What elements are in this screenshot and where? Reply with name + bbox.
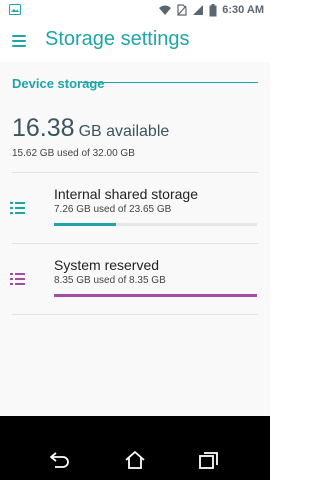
app-bar: Storage settings [0,20,270,62]
available-amount: 16.38 [12,114,75,142]
storage-item-subtitle: 7.26 GB used of 23.65 GB [54,204,172,215]
status-icons: 6:30 AM [158,2,264,18]
sim-off-icon [177,4,187,16]
usage-bar-fill [54,294,257,297]
navigation-bar [0,416,270,480]
available-unit: GB available [78,123,170,140]
section-header-device-storage: Device storage [12,76,105,91]
wifi-icon [159,5,172,15]
recents-icon[interactable] [197,450,221,470]
back-icon[interactable] [48,450,72,470]
used-summary: 15.62 GB used of 32.00 GB [12,148,135,159]
status-time: 6:30 AM [222,4,264,16]
page-title: Storage settings [45,28,190,50]
storage-list-icon [10,273,26,286]
usage-bar [54,223,257,226]
storage-content: Device storage 16.38 GB available 15.62 G… [0,62,270,416]
gallery-icon [9,4,21,15]
storage-item-title: Internal shared storage [54,186,198,202]
storage-item-subtitle: 8.35 GB used of 8.35 GB [54,275,166,286]
status-bar: 6:30 AM [0,0,270,20]
storage-list-icon [10,202,26,215]
signal-icon [193,5,204,15]
storage-item-title: System reserved [54,257,160,273]
available-summary: 16.38 GB available [12,114,169,143]
battery-icon [209,3,217,16]
divider [12,314,258,315]
section-divider [81,82,258,83]
usage-bar [54,294,257,297]
hamburger-icon[interactable] [12,35,28,48]
usage-bar-fill [54,223,117,226]
home-icon[interactable] [123,450,147,470]
storage-item-internal[interactable]: Internal shared storage 7.26 GB used of … [0,173,270,243]
storage-item-system-reserved[interactable]: System reserved 8.35 GB used of 8.35 GB [0,244,270,314]
